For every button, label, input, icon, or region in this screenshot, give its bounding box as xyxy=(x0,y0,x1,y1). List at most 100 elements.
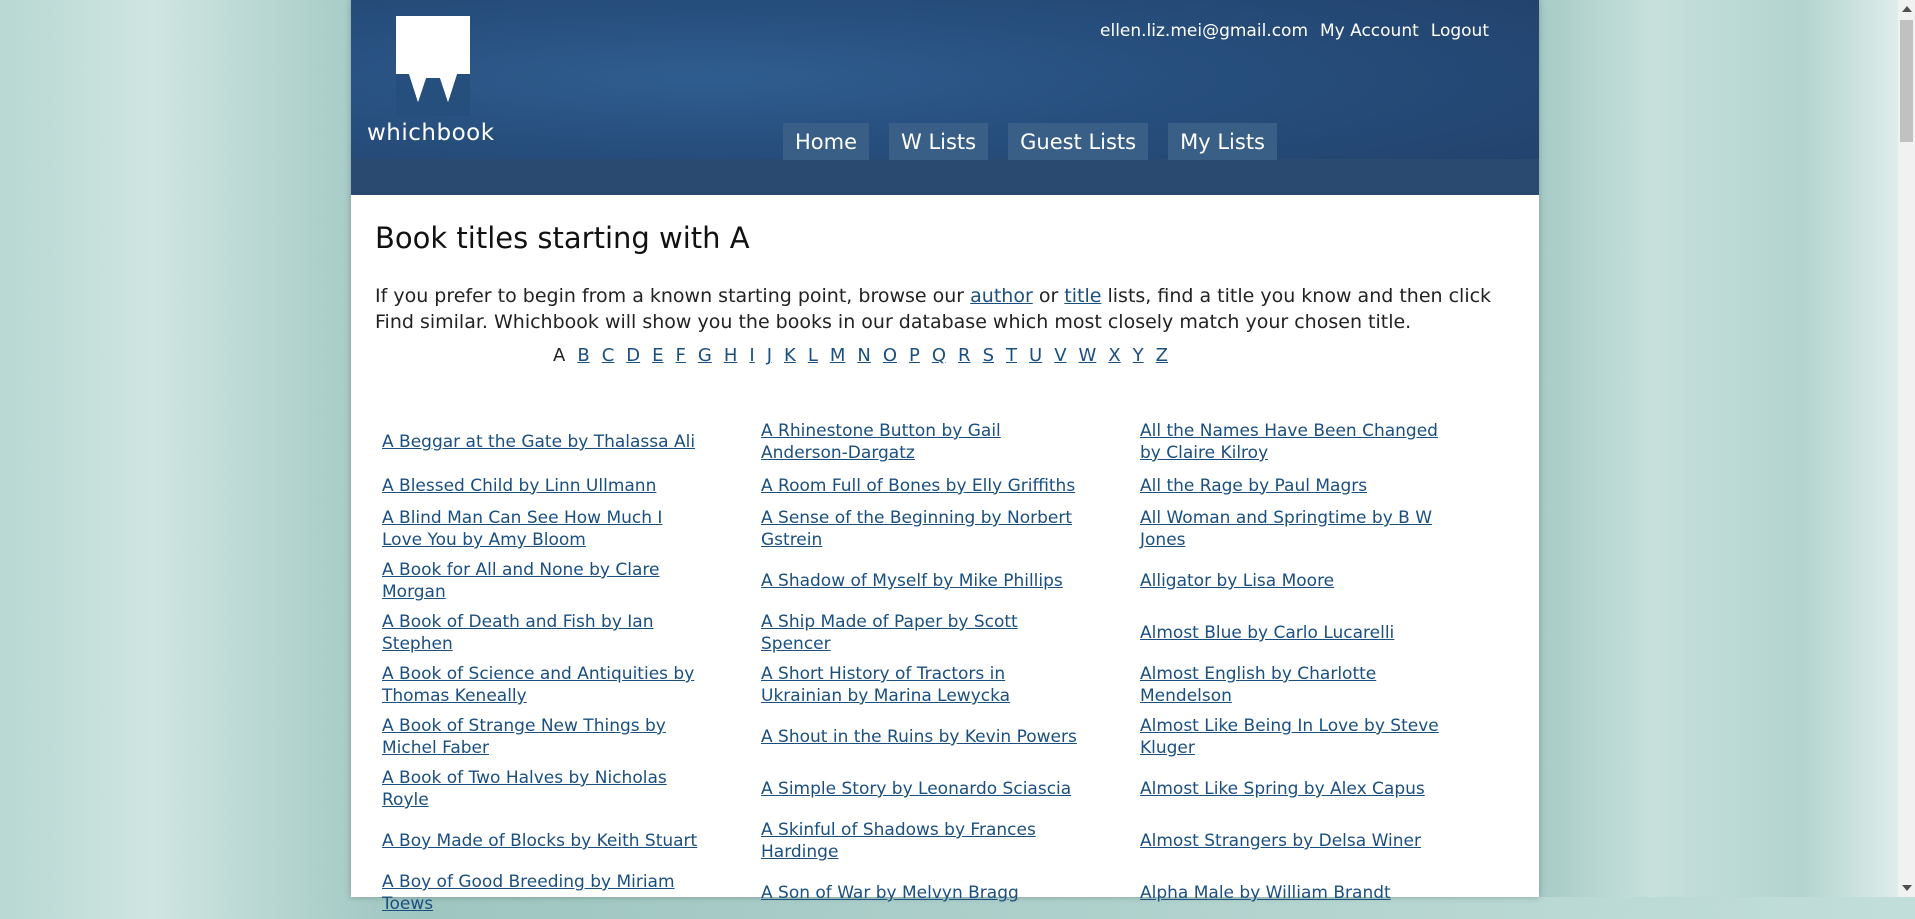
list-item: A Room Full of Bones by Elly Griffiths xyxy=(761,468,1140,503)
list-item: All Woman and Springtime by B W Jones xyxy=(1140,503,1519,555)
list-item: A Book of Science and Antiquities by Tho… xyxy=(382,659,761,711)
book-title-link[interactable]: All the Rage by Paul Magrs xyxy=(1140,475,1367,497)
alpha-letter-link[interactable]: B xyxy=(577,345,589,366)
main-nav: Home W Lists Guest Lists My Lists xyxy=(783,123,1277,160)
nav-w-lists[interactable]: W Lists xyxy=(889,123,989,160)
book-title-link[interactable]: All Woman and Springtime by B W Jones xyxy=(1140,507,1459,551)
alpha-letter-link[interactable]: W xyxy=(1079,345,1097,366)
book-title-link[interactable]: A Rhinestone Button by Gail Anderson-Dar… xyxy=(761,420,1080,464)
book-title-link[interactable]: Alligator by Lisa Moore xyxy=(1140,570,1334,592)
book-title-link[interactable]: Almost Strangers by Delsa Winer xyxy=(1140,830,1421,852)
vertical-scrollbar[interactable] xyxy=(1898,0,1915,897)
my-account-link[interactable]: My Account xyxy=(1320,21,1419,41)
alpha-letter-link[interactable]: S xyxy=(983,345,994,366)
book-title-link[interactable]: A Skinful of Shadows by Frances Hardinge xyxy=(761,819,1080,863)
book-title-link[interactable]: Almost Like Being In Love by Steve Kluge… xyxy=(1140,715,1459,759)
background-right xyxy=(1539,0,1915,897)
logo-wordmark: whichbook xyxy=(367,120,495,146)
book-title-link[interactable]: A Book of Two Halves by Nicholas Royle xyxy=(382,767,701,811)
alpha-letter-link[interactable]: C xyxy=(602,345,615,366)
nav-guest-lists[interactable]: Guest Lists xyxy=(1008,123,1149,160)
alpha-letter-link[interactable]: K xyxy=(784,345,796,366)
alpha-letter-link[interactable]: E xyxy=(652,345,663,366)
scroll-up-icon[interactable] xyxy=(1902,6,1912,12)
alpha-letter-link[interactable]: F xyxy=(676,345,686,366)
logout-link[interactable]: Logout xyxy=(1431,21,1489,41)
nav-home[interactable]: Home xyxy=(783,123,870,160)
book-title-link[interactable]: A Book of Science and Antiquities by Tho… xyxy=(382,663,701,707)
alpha-letter-link[interactable]: I xyxy=(749,345,754,366)
alpha-letter-link[interactable]: V xyxy=(1054,345,1066,366)
alpha-letter-link[interactable]: G xyxy=(698,345,712,366)
alpha-letter-link[interactable]: M xyxy=(830,345,846,366)
list-item: Almost English by Charlotte Mendelson xyxy=(1140,659,1519,711)
title-link[interactable]: title xyxy=(1064,285,1101,307)
book-title-link[interactable]: Almost English by Charlotte Mendelson xyxy=(1140,663,1459,707)
book-title-link[interactable]: A Sense of the Beginning by Norbert Gstr… xyxy=(761,507,1080,551)
book-title-link[interactable]: A Shadow of Myself by Mike Phillips xyxy=(761,570,1063,592)
book-title-link[interactable]: A Book of Death and Fish by Ian Stephen xyxy=(382,611,701,655)
author-link[interactable]: author xyxy=(970,285,1033,307)
user-email-link[interactable]: ellen.liz.mei@gmail.com xyxy=(1100,21,1308,41)
alpha-letter-link[interactable]: D xyxy=(626,345,640,366)
list-item: A Book of Two Halves by Nicholas Royle xyxy=(382,763,761,815)
book-title-link[interactable]: Almost Blue by Carlo Lucarelli xyxy=(1140,622,1394,644)
list-item: A Simple Story by Leonardo Sciascia xyxy=(761,763,1140,815)
page-container: whichbook ellen.liz.mei@gmail.com My Acc… xyxy=(351,0,1539,914)
book-title-link[interactable]: A Room Full of Bones by Elly Griffiths xyxy=(761,475,1075,497)
book-title-link[interactable]: A Shout in the Ruins by Kevin Powers xyxy=(761,726,1077,748)
alpha-letter-link[interactable]: L xyxy=(808,345,818,366)
alpha-letter-link[interactable]: O xyxy=(883,345,897,366)
nav-my-lists[interactable]: My Lists xyxy=(1168,123,1277,160)
alpha-letter-link[interactable]: P xyxy=(909,345,920,366)
alphabet-nav: A BCDEFGHIJKLMNOPQRSTUVWXYZ xyxy=(375,345,1515,366)
user-links: ellen.liz.mei@gmail.com My Account Logou… xyxy=(1100,21,1489,41)
list-item: A Beggar at the Gate by Thalassa Ali xyxy=(382,416,761,468)
list-item: Almost Blue by Carlo Lucarelli xyxy=(1140,607,1519,659)
alpha-letter-link[interactable]: J xyxy=(767,345,772,366)
list-item: A Blessed Child by Linn Ullmann xyxy=(382,468,761,503)
book-title-link[interactable]: A Beggar at the Gate by Thalassa Ali xyxy=(382,431,695,453)
list-item: Alligator by Lisa Moore xyxy=(1140,555,1519,607)
header-band xyxy=(351,159,1539,195)
intro-mid: or xyxy=(1032,285,1065,307)
alpha-letter-link[interactable]: Y xyxy=(1133,345,1144,366)
list-item: A Boy Made of Blocks by Keith Stuart xyxy=(382,815,761,867)
alpha-letter-link[interactable]: X xyxy=(1108,345,1120,366)
scroll-down-icon[interactable] xyxy=(1902,885,1912,891)
book-title-link[interactable]: A Book for All and None by Clare Morgan xyxy=(382,559,701,603)
book-title-link[interactable]: Alpha Male by William Brandt xyxy=(1140,882,1391,904)
list-item: A Skinful of Shadows by Frances Hardinge xyxy=(761,815,1140,867)
book-title-link[interactable]: A Short History of Tractors in Ukrainian… xyxy=(761,663,1080,707)
alpha-letter-link[interactable]: N xyxy=(857,345,870,366)
alpha-letter-link[interactable]: Q xyxy=(932,345,946,366)
scroll-thumb[interactable] xyxy=(1900,20,1913,142)
alpha-letter-link[interactable]: R xyxy=(958,345,971,366)
alpha-letter-link[interactable]: Z xyxy=(1156,345,1168,366)
alpha-letter-link[interactable]: T xyxy=(1006,345,1017,366)
list-item: All the Names Have Been Changed by Clair… xyxy=(1140,416,1519,468)
book-title-link[interactable]: A Boy Made of Blocks by Keith Stuart xyxy=(382,830,697,852)
book-title-link[interactable]: All the Names Have Been Changed by Clair… xyxy=(1140,420,1459,464)
book-title-link[interactable]: A Ship Made of Paper by Scott Spencer xyxy=(761,611,1080,655)
w-logo-icon xyxy=(396,16,470,116)
list-item: A Sense of the Beginning by Norbert Gstr… xyxy=(761,503,1140,555)
list-item: Almost Strangers by Delsa Winer xyxy=(1140,815,1519,867)
alpha-current-letter: A xyxy=(553,345,566,366)
book-title-link[interactable]: A Blessed Child by Linn Ullmann xyxy=(382,475,656,497)
whichbook-logo[interactable]: whichbook xyxy=(367,16,507,146)
main-content: Book titles starting with A If you prefe… xyxy=(351,195,1539,919)
alpha-letter-link[interactable]: H xyxy=(724,345,738,366)
book-title-link[interactable]: A Boy of Good Breeding by Miriam Toews xyxy=(382,871,701,915)
book-title-link[interactable]: A Son of War by Melvyn Bragg xyxy=(761,882,1019,904)
book-title-link[interactable]: A Book of Strange New Things by Michel F… xyxy=(382,715,701,759)
list-item: A Ship Made of Paper by Scott Spencer xyxy=(761,607,1140,659)
list-item: A Boy of Good Breeding by Miriam Toews xyxy=(382,867,761,919)
alpha-letter-link[interactable]: U xyxy=(1029,345,1042,366)
list-item: A Blind Man Can See How Much I Love You … xyxy=(382,503,761,555)
book-title-link[interactable]: Almost Like Spring by Alex Capus xyxy=(1140,778,1425,800)
intro-text: If you prefer to begin from a known star… xyxy=(375,283,1515,335)
book-title-link[interactable]: A Simple Story by Leonardo Sciascia xyxy=(761,778,1071,800)
list-item: A Rhinestone Button by Gail Anderson-Dar… xyxy=(761,416,1140,468)
book-title-link[interactable]: A Blind Man Can See How Much I Love You … xyxy=(382,507,701,551)
